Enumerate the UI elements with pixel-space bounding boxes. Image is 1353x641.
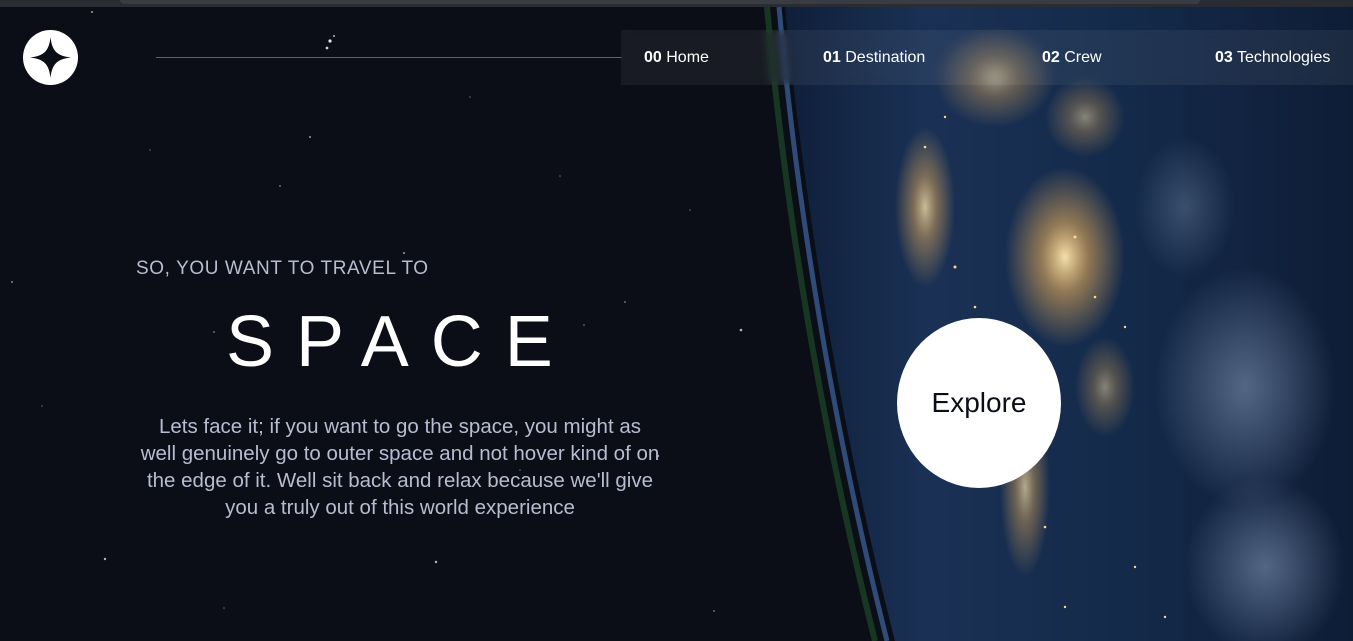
nav-item-label: Destination	[845, 49, 926, 66]
nav-item-label: Technologies	[1236, 49, 1331, 66]
hero-description: Lets face it; if you want to go the spac…	[140, 415, 660, 519]
nav-item-label: Home	[666, 49, 709, 66]
nav-item-destination[interactable]: 01 Destination	[823, 30, 925, 85]
logo[interactable]	[23, 30, 78, 85]
nav-item-number: 00	[644, 49, 662, 66]
nav-item-number: 02	[1042, 49, 1060, 66]
home-page: 00 Home 01 Destination 02 Crew 03 Techno…	[0, 0, 1353, 641]
nav-item-label: Crew	[1064, 49, 1102, 66]
explore-button-label: Explore	[931, 387, 1027, 418]
main-nav: 00 Home 01 Destination 02 Crew 03 Techno…	[621, 30, 1353, 85]
nav-item-number: 03	[1215, 49, 1233, 66]
four-point-star-icon	[23, 30, 78, 85]
nav-item-number: 01	[823, 49, 841, 66]
nav-divider-line	[156, 57, 622, 58]
hero-eyebrow: SO, YOU WANT TO TRAVEL TO	[136, 258, 429, 279]
nav-item-home[interactable]: 00 Home	[644, 30, 709, 85]
explore-button[interactable]: Explore	[897, 318, 1061, 488]
earth-image	[764, 7, 1353, 641]
nav-item-technologies[interactable]: 03 Technologies	[1215, 30, 1330, 85]
nav-item-crew[interactable]: 02 Crew	[1042, 30, 1102, 85]
hero-title: SPACE	[226, 302, 575, 382]
